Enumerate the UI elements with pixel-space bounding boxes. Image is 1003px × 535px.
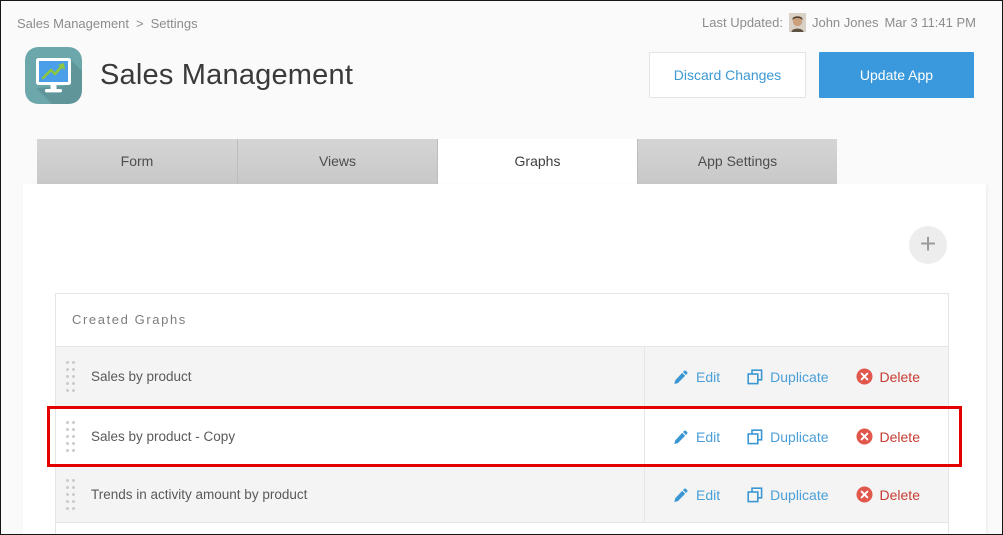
- copy-icon: [747, 487, 763, 503]
- app-icon: [25, 47, 82, 104]
- row-actions: Edit Duplicate Delete: [644, 347, 948, 406]
- app-settings-screen: Sales Management > Settings Last Updated: …: [0, 0, 1003, 535]
- delete-label: Delete: [880, 429, 920, 445]
- duplicate-button[interactable]: Duplicate: [747, 369, 828, 385]
- table-row-partial: [56, 522, 948, 535]
- update-app-button[interactable]: Update App: [819, 52, 974, 98]
- pencil-icon: [673, 369, 689, 385]
- x-circle-icon: [856, 368, 873, 385]
- tab-graphs[interactable]: Graphs: [437, 139, 637, 184]
- table-row: Sales by product Edit Duplicate Delete: [56, 346, 948, 406]
- delete-label: Delete: [880, 487, 920, 503]
- tab-views[interactable]: Views: [237, 139, 437, 184]
- pencil-icon: [673, 429, 689, 445]
- duplicate-button[interactable]: Duplicate: [747, 429, 828, 445]
- x-circle-icon: [856, 428, 873, 445]
- delete-button[interactable]: Delete: [856, 486, 920, 503]
- breadcrumb: Sales Management > Settings: [17, 16, 205, 31]
- pencil-icon: [673, 487, 689, 503]
- discard-changes-button[interactable]: Discard Changes: [649, 52, 806, 98]
- drag-handle-icon[interactable]: [66, 479, 75, 510]
- plus-icon: +: [920, 228, 936, 259]
- edit-button[interactable]: Edit: [673, 487, 720, 503]
- table-header: Created Graphs: [56, 294, 948, 346]
- breadcrumb-app-link[interactable]: Sales Management: [17, 16, 129, 31]
- row-actions: Edit Duplicate Delete: [644, 467, 948, 522]
- add-graph-button[interactable]: +: [909, 226, 947, 264]
- last-updated-user: John Jones: [812, 15, 879, 30]
- table-row-highlighted: Sales by product - Copy Edit Duplicate D…: [56, 406, 948, 466]
- edit-label: Edit: [696, 369, 720, 385]
- graph-name-cell: Trends in activity amount by product: [56, 467, 644, 522]
- graph-name-cell: Sales by product: [56, 347, 644, 406]
- table-header-label: Created Graphs: [72, 312, 187, 327]
- last-updated-timestamp: Mar 3 11:41 PM: [884, 15, 976, 30]
- delete-button[interactable]: Delete: [856, 368, 920, 385]
- drag-handle-icon[interactable]: [66, 421, 75, 452]
- edit-button[interactable]: Edit: [673, 369, 720, 385]
- delete-button[interactable]: Delete: [856, 428, 920, 445]
- duplicate-button[interactable]: Duplicate: [747, 487, 828, 503]
- row-actions: Edit Duplicate Delete: [644, 407, 948, 466]
- graph-name-cell: Sales by product - Copy: [56, 407, 644, 466]
- breadcrumb-separator: >: [136, 16, 144, 31]
- duplicate-label: Duplicate: [770, 487, 828, 503]
- edit-label: Edit: [696, 487, 720, 503]
- created-graphs-table: Created Graphs Sales by product Edit Dup…: [55, 293, 949, 535]
- page-title: Sales Management: [100, 59, 353, 92]
- delete-label: Delete: [880, 369, 920, 385]
- tab-app-settings[interactable]: App Settings: [637, 139, 837, 184]
- graph-name: Trends in activity amount by product: [91, 487, 307, 502]
- last-updated-info: Last Updated: John Jones Mar 3 11:41 PM: [702, 13, 976, 32]
- graph-name: Sales by product: [91, 369, 192, 384]
- duplicate-label: Duplicate: [770, 429, 828, 445]
- user-avatar: [789, 13, 806, 32]
- drag-handle-icon[interactable]: [66, 361, 75, 392]
- tab-form[interactable]: Form: [37, 139, 237, 184]
- x-circle-icon: [856, 486, 873, 503]
- duplicate-label: Duplicate: [770, 369, 828, 385]
- copy-icon: [747, 369, 763, 385]
- graph-name: Sales by product - Copy: [91, 429, 235, 444]
- copy-icon: [747, 429, 763, 445]
- table-row: Trends in activity amount by product Edi…: [56, 466, 948, 522]
- breadcrumb-current-page: Settings: [151, 16, 198, 31]
- last-updated-label: Last Updated:: [702, 15, 783, 30]
- settings-tabbar: Form Views Graphs App Settings: [37, 139, 837, 184]
- edit-label: Edit: [696, 429, 720, 445]
- edit-button[interactable]: Edit: [673, 429, 720, 445]
